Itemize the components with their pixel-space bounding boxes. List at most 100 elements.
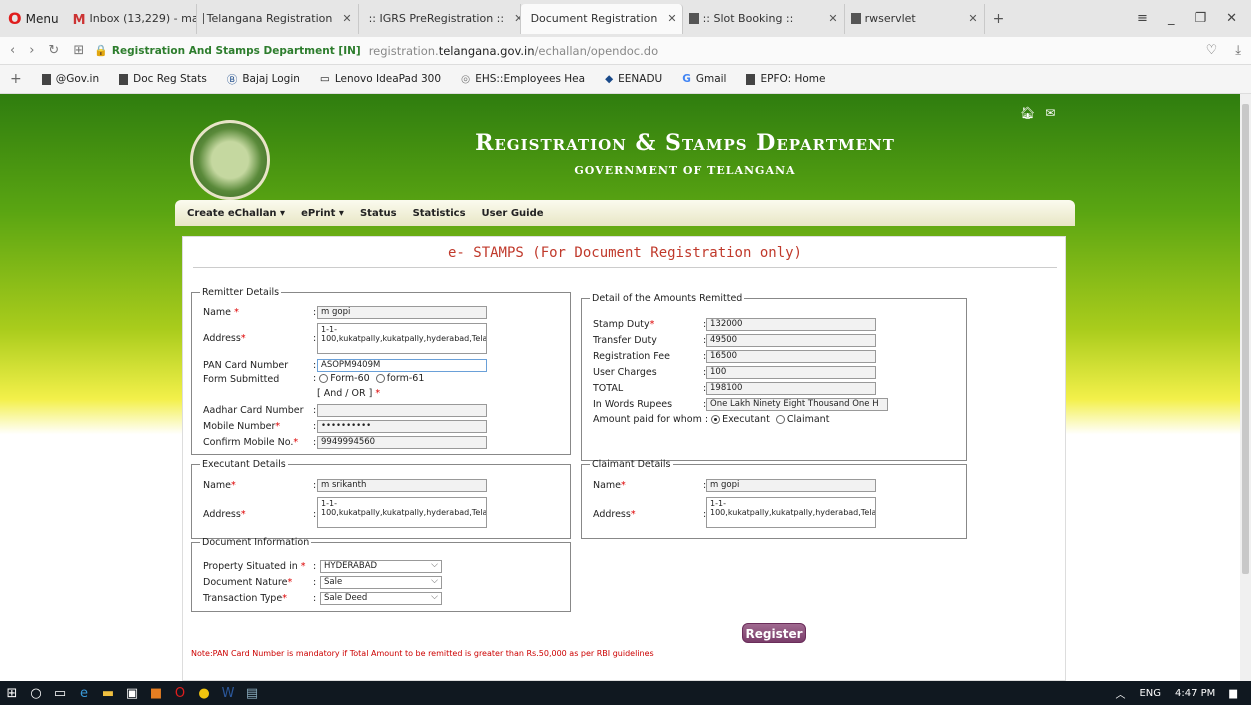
scrollbar-thumb[interactable]	[1242, 104, 1249, 574]
confirm-mobile-label: Confirm Mobile No.*	[203, 437, 299, 448]
transfer-duty-input[interactable]: 49500	[706, 334, 876, 347]
registration-fee-input[interactable]: 16500	[706, 350, 876, 363]
tab-document-registration[interactable]: Document Registration ✕	[520, 3, 683, 34]
bookmark-item[interactable]: Doc Reg Stats	[109, 73, 217, 85]
mobile-input[interactable]: ••••••••••	[317, 420, 487, 433]
lock-icon: 🔒	[94, 44, 108, 57]
divider	[193, 267, 1057, 268]
word-icon[interactable]: W	[216, 681, 240, 705]
property-select[interactable]: HYDERABAD	[320, 560, 442, 573]
clock[interactable]: 4:47 PM	[1175, 688, 1215, 699]
mail-icon[interactable]: ✉	[1045, 106, 1055, 120]
confirm-mobile-input[interactable]: 9949994560	[317, 436, 487, 449]
tab-slot-booking[interactable]: :: Slot Booking :: ✕	[683, 3, 845, 34]
menu-statistics[interactable]: Statistics	[413, 208, 466, 219]
bookmark-item[interactable]: Ⓑ Bajaj Login	[217, 72, 310, 87]
back-icon[interactable]: ‹	[10, 43, 15, 58]
site-identity[interactable]: Registration And Stamps Department [IN]	[112, 45, 361, 57]
bookmark-item[interactable]: G Gmail	[672, 73, 736, 85]
remitter-address-textarea[interactable]: 1-1-100,kukatpally,kukatpally,hyderabad,…	[317, 323, 487, 354]
file-explorer-icon[interactable]: ▬	[96, 681, 120, 705]
bookmark-item[interactable]: ▭ Lenovo IdeaPad 300	[310, 73, 451, 85]
pan-label: PAN Card Number	[203, 360, 289, 371]
forward-icon[interactable]: ›	[29, 43, 34, 58]
document-nature-label-text: Document Nature	[203, 577, 288, 588]
close-icon[interactable]: ✕	[661, 12, 676, 25]
chrome-icon[interactable]: ●	[192, 681, 216, 705]
transaction-type-select[interactable]: Sale Deed	[320, 592, 442, 605]
url-field[interactable]: registration.telangana.gov.in/echallan/o…	[369, 44, 658, 58]
executant-radio-label: Executant	[722, 414, 770, 425]
opera-icon[interactable]: O	[168, 681, 192, 705]
form60-radio[interactable]	[319, 374, 329, 383]
tray-arrow-icon[interactable]: ︿	[1115, 686, 1125, 701]
close-icon[interactable]: ✕	[508, 12, 519, 25]
language-indicator[interactable]: ENG	[1139, 688, 1161, 699]
heart-icon[interactable]: ♡	[1206, 43, 1218, 58]
executant-name-label-text: Name	[203, 480, 232, 491]
window-close-icon[interactable]: ✕	[1226, 11, 1237, 26]
tab-menu-icon[interactable]: ≡	[1137, 11, 1148, 26]
executant-address-textarea[interactable]: 1-1-100,kukatpally,kukatpally,hyderabad,…	[317, 497, 487, 528]
menu-status[interactable]: Status	[360, 208, 397, 219]
notifications-icon[interactable]: ▆	[1229, 688, 1237, 699]
bookmark-label: Lenovo IdeaPad 300	[334, 73, 442, 85]
tab-igrs-preregistration[interactable]: :: IGRS PreRegistration :: ✕	[359, 3, 521, 34]
in-words-label: In Words Rupees	[593, 399, 673, 410]
windows-start-icon[interactable]: ⊞	[0, 681, 24, 705]
remitter-legend: Remitter Details	[202, 287, 280, 298]
bookmark-label: EPFO: Home	[760, 73, 826, 85]
close-icon[interactable]: ✕	[962, 12, 977, 25]
page-scrollbar[interactable]	[1240, 94, 1251, 681]
claimant-radio[interactable]	[775, 415, 785, 424]
in-words-input[interactable]: One Lakh Ninety Eight Thousand One H	[706, 398, 888, 411]
restore-icon[interactable]: ❐	[1194, 11, 1206, 26]
registration-fee-label: Registration Fee	[593, 351, 670, 362]
document-nature-select[interactable]: Sale	[320, 576, 442, 589]
minimize-icon[interactable]: _	[1168, 11, 1175, 26]
search-icon[interactable]: ○	[24, 681, 48, 705]
executant-radio[interactable]	[711, 415, 721, 424]
header-icons: 🏠︎ ✉	[1020, 106, 1055, 120]
media-icon[interactable]: ■	[144, 681, 168, 705]
user-charges-input[interactable]: 100	[706, 366, 876, 379]
bookmark-item[interactable]: EPFO: Home	[736, 73, 835, 85]
site-menu: Create eChallan ePrint Status Statistics…	[175, 200, 1075, 226]
reload-icon[interactable]: ↻	[48, 43, 59, 58]
page-icon	[688, 13, 699, 24]
close-icon[interactable]: ✕	[822, 12, 837, 25]
download-icon[interactable]: ⤓	[1235, 43, 1241, 58]
executant-address-label: Address*	[203, 509, 246, 520]
register-button[interactable]: Register	[742, 623, 806, 643]
remitter-name-input[interactable]: m gopi	[317, 306, 487, 319]
new-tab-icon[interactable]: +	[985, 11, 1013, 27]
tab-rwservlet[interactable]: rwservlet ✕	[845, 3, 985, 34]
tab-telangana-registration[interactable]: Telangana Registration ✕	[197, 3, 359, 34]
form61-radio[interactable]	[375, 374, 385, 383]
and-or-text: [ And / OR ]	[317, 388, 373, 399]
menu-create-echallan[interactable]: Create eChallan	[187, 208, 285, 219]
edge-icon[interactable]: e	[72, 681, 96, 705]
total-input[interactable]: 198100	[706, 382, 876, 395]
store-icon[interactable]: ▣	[120, 681, 144, 705]
stamp-duty-input[interactable]: 132000	[706, 318, 876, 331]
claimant-name-input[interactable]: m gopi	[706, 479, 876, 492]
add-bookmark-icon[interactable]: +	[0, 71, 32, 87]
bookmark-item[interactable]: ◎ EHS::Employees Hea	[451, 73, 595, 85]
tab-inbox[interactable]: M Inbox (13,229) - mahan ✕	[67, 3, 197, 34]
menu-user-guide[interactable]: User Guide	[482, 208, 544, 219]
menu-eprint[interactable]: ePrint	[301, 208, 344, 219]
pan-input[interactable]: ASOPM9409M	[317, 359, 487, 372]
claimant-address-textarea[interactable]: 1-1-100,kukatpally,kukatpally,hyderabad,…	[706, 497, 876, 528]
bookmark-item[interactable]: ◆ EENADU	[595, 73, 672, 85]
speed-dial-icon[interactable]: ⊞	[73, 43, 84, 58]
home-icon[interactable]: 🏠︎	[1020, 106, 1035, 120]
notes-icon[interactable]: ▤	[240, 681, 264, 705]
executant-name-input[interactable]: m srikanth	[317, 479, 487, 492]
bookmark-item[interactable]: @Gov.in	[32, 73, 109, 85]
task-view-icon[interactable]: ▭	[48, 681, 72, 705]
close-icon[interactable]: ✕	[336, 12, 351, 25]
address-bar: ‹ › ↻ ⊞ 🔒 Registration And Stamps Depart…	[0, 37, 1251, 65]
aadhar-input[interactable]	[317, 404, 487, 417]
opera-menu-button[interactable]: O Menu	[0, 0, 67, 37]
